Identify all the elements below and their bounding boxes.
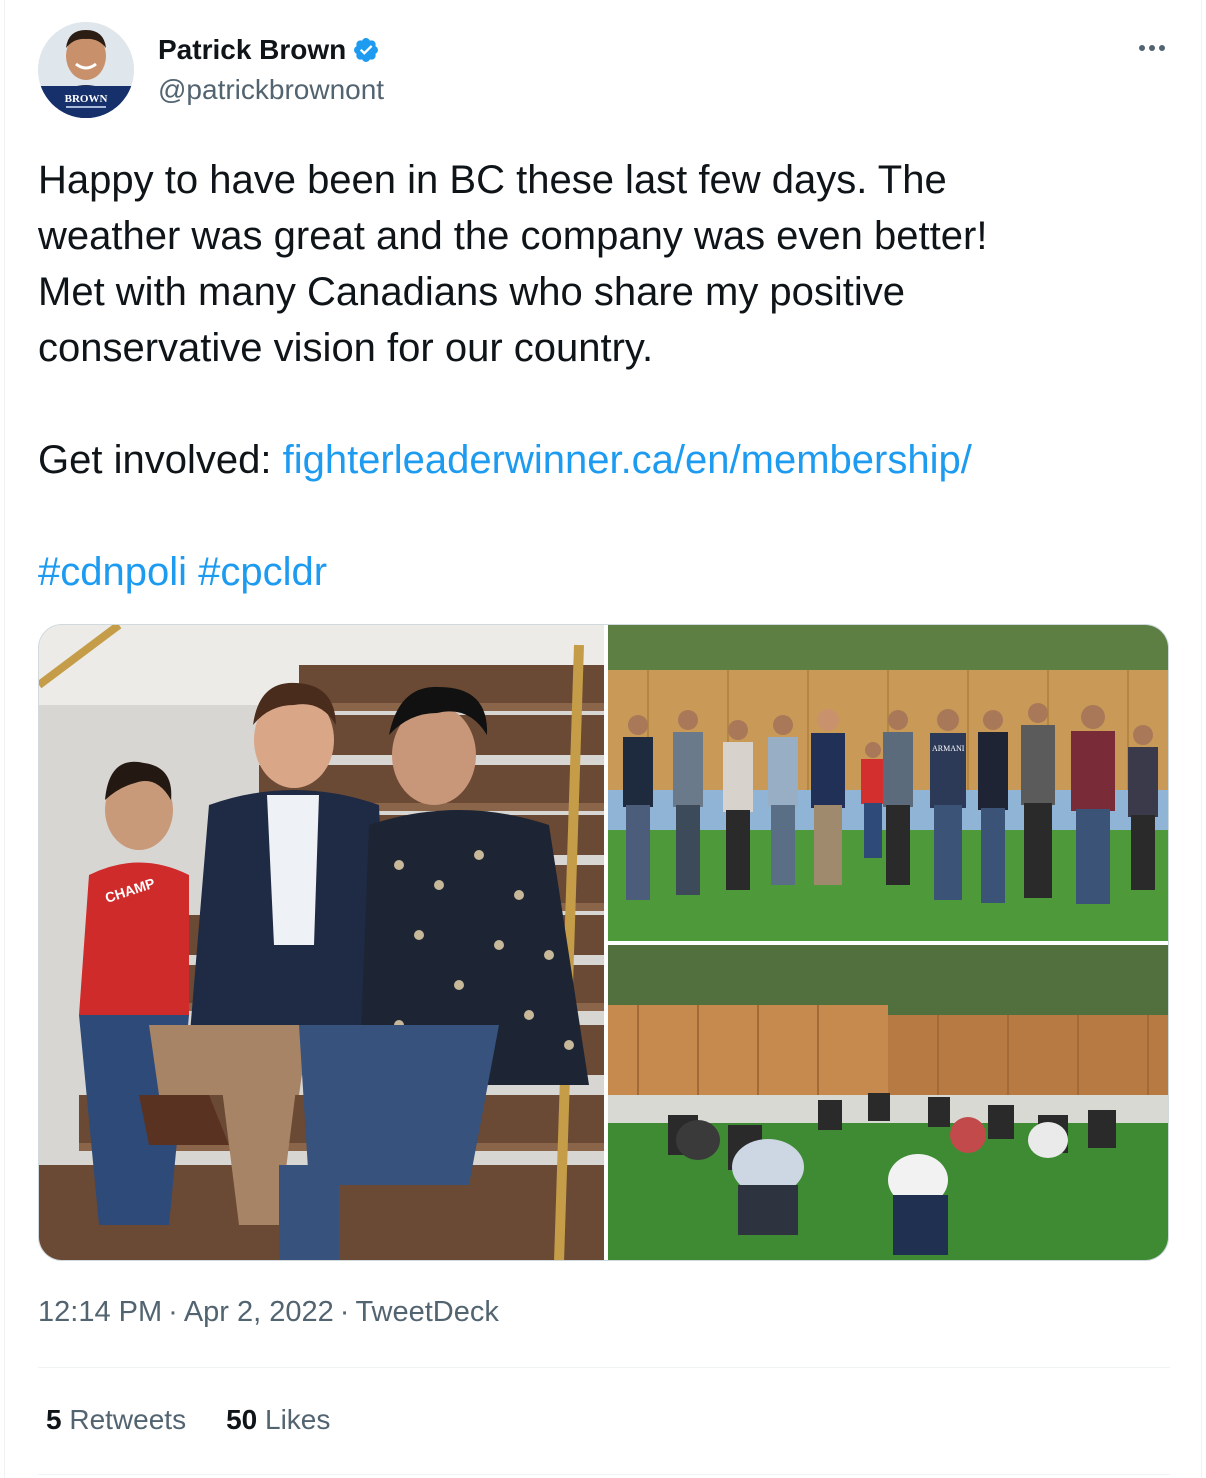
author-name-row[interactable]: Patrick Brown [158, 30, 380, 70]
tweet-body: Happy to have been in BC these last few … [38, 152, 1158, 600]
tweet-stats: 5 Retweets 50 Likes [46, 1404, 330, 1436]
photo-stairs[interactable]: CHAMP [39, 625, 604, 1261]
avatar-image: BROWN [38, 22, 134, 118]
membership-link[interactable]: fighterleaderwinner.ca/en/membership/ [283, 438, 972, 482]
divider [38, 1474, 1170, 1475]
likes-count: 50 [226, 1404, 258, 1435]
retweets-count: 5 [46, 1404, 62, 1435]
verified-badge-icon [354, 38, 379, 62]
meta-separator: · [168, 1296, 178, 1328]
hashtag-cpcldr[interactable]: #cpcldr [198, 550, 327, 594]
photo-backyard-meeting[interactable] [608, 945, 1169, 1261]
get-involved-label: Get involved: [38, 438, 283, 482]
tweet-source[interactable]: TweetDeck [355, 1296, 498, 1328]
more-options-icon[interactable] [1134, 30, 1170, 66]
hashtag-cdnpoli[interactable]: #cdnpoli [38, 550, 187, 594]
tweet-time[interactable]: 12:14 PM [38, 1296, 162, 1328]
meta-separator: · [339, 1296, 350, 1328]
author-name[interactable]: Patrick Brown [158, 34, 346, 66]
media-grid: CHAMP ARMANI [38, 624, 1169, 1261]
likes-label: Likes [265, 1404, 331, 1435]
avatar-badge-text: BROWN [65, 93, 108, 105]
tweet-meta: 12:14 PM · Apr 2, 2022 · TweetDeck [38, 1296, 499, 1329]
likes-stat[interactable]: 50 Likes [226, 1404, 330, 1436]
divider [38, 1367, 1170, 1368]
photo-group[interactable]: ARMANI [608, 625, 1169, 941]
tweet-text: Happy to have been in BC these last few … [38, 158, 988, 370]
retweets-label: Retweets [69, 1404, 187, 1435]
author-handle[interactable]: @patrickbrownont [158, 74, 384, 106]
sweater-text: ARMANI [932, 744, 965, 753]
retweets-stat[interactable]: 5 Retweets [46, 1404, 186, 1436]
author-avatar[interactable]: BROWN [38, 22, 134, 118]
tweet-date[interactable]: Apr 2, 2022 [184, 1296, 334, 1328]
